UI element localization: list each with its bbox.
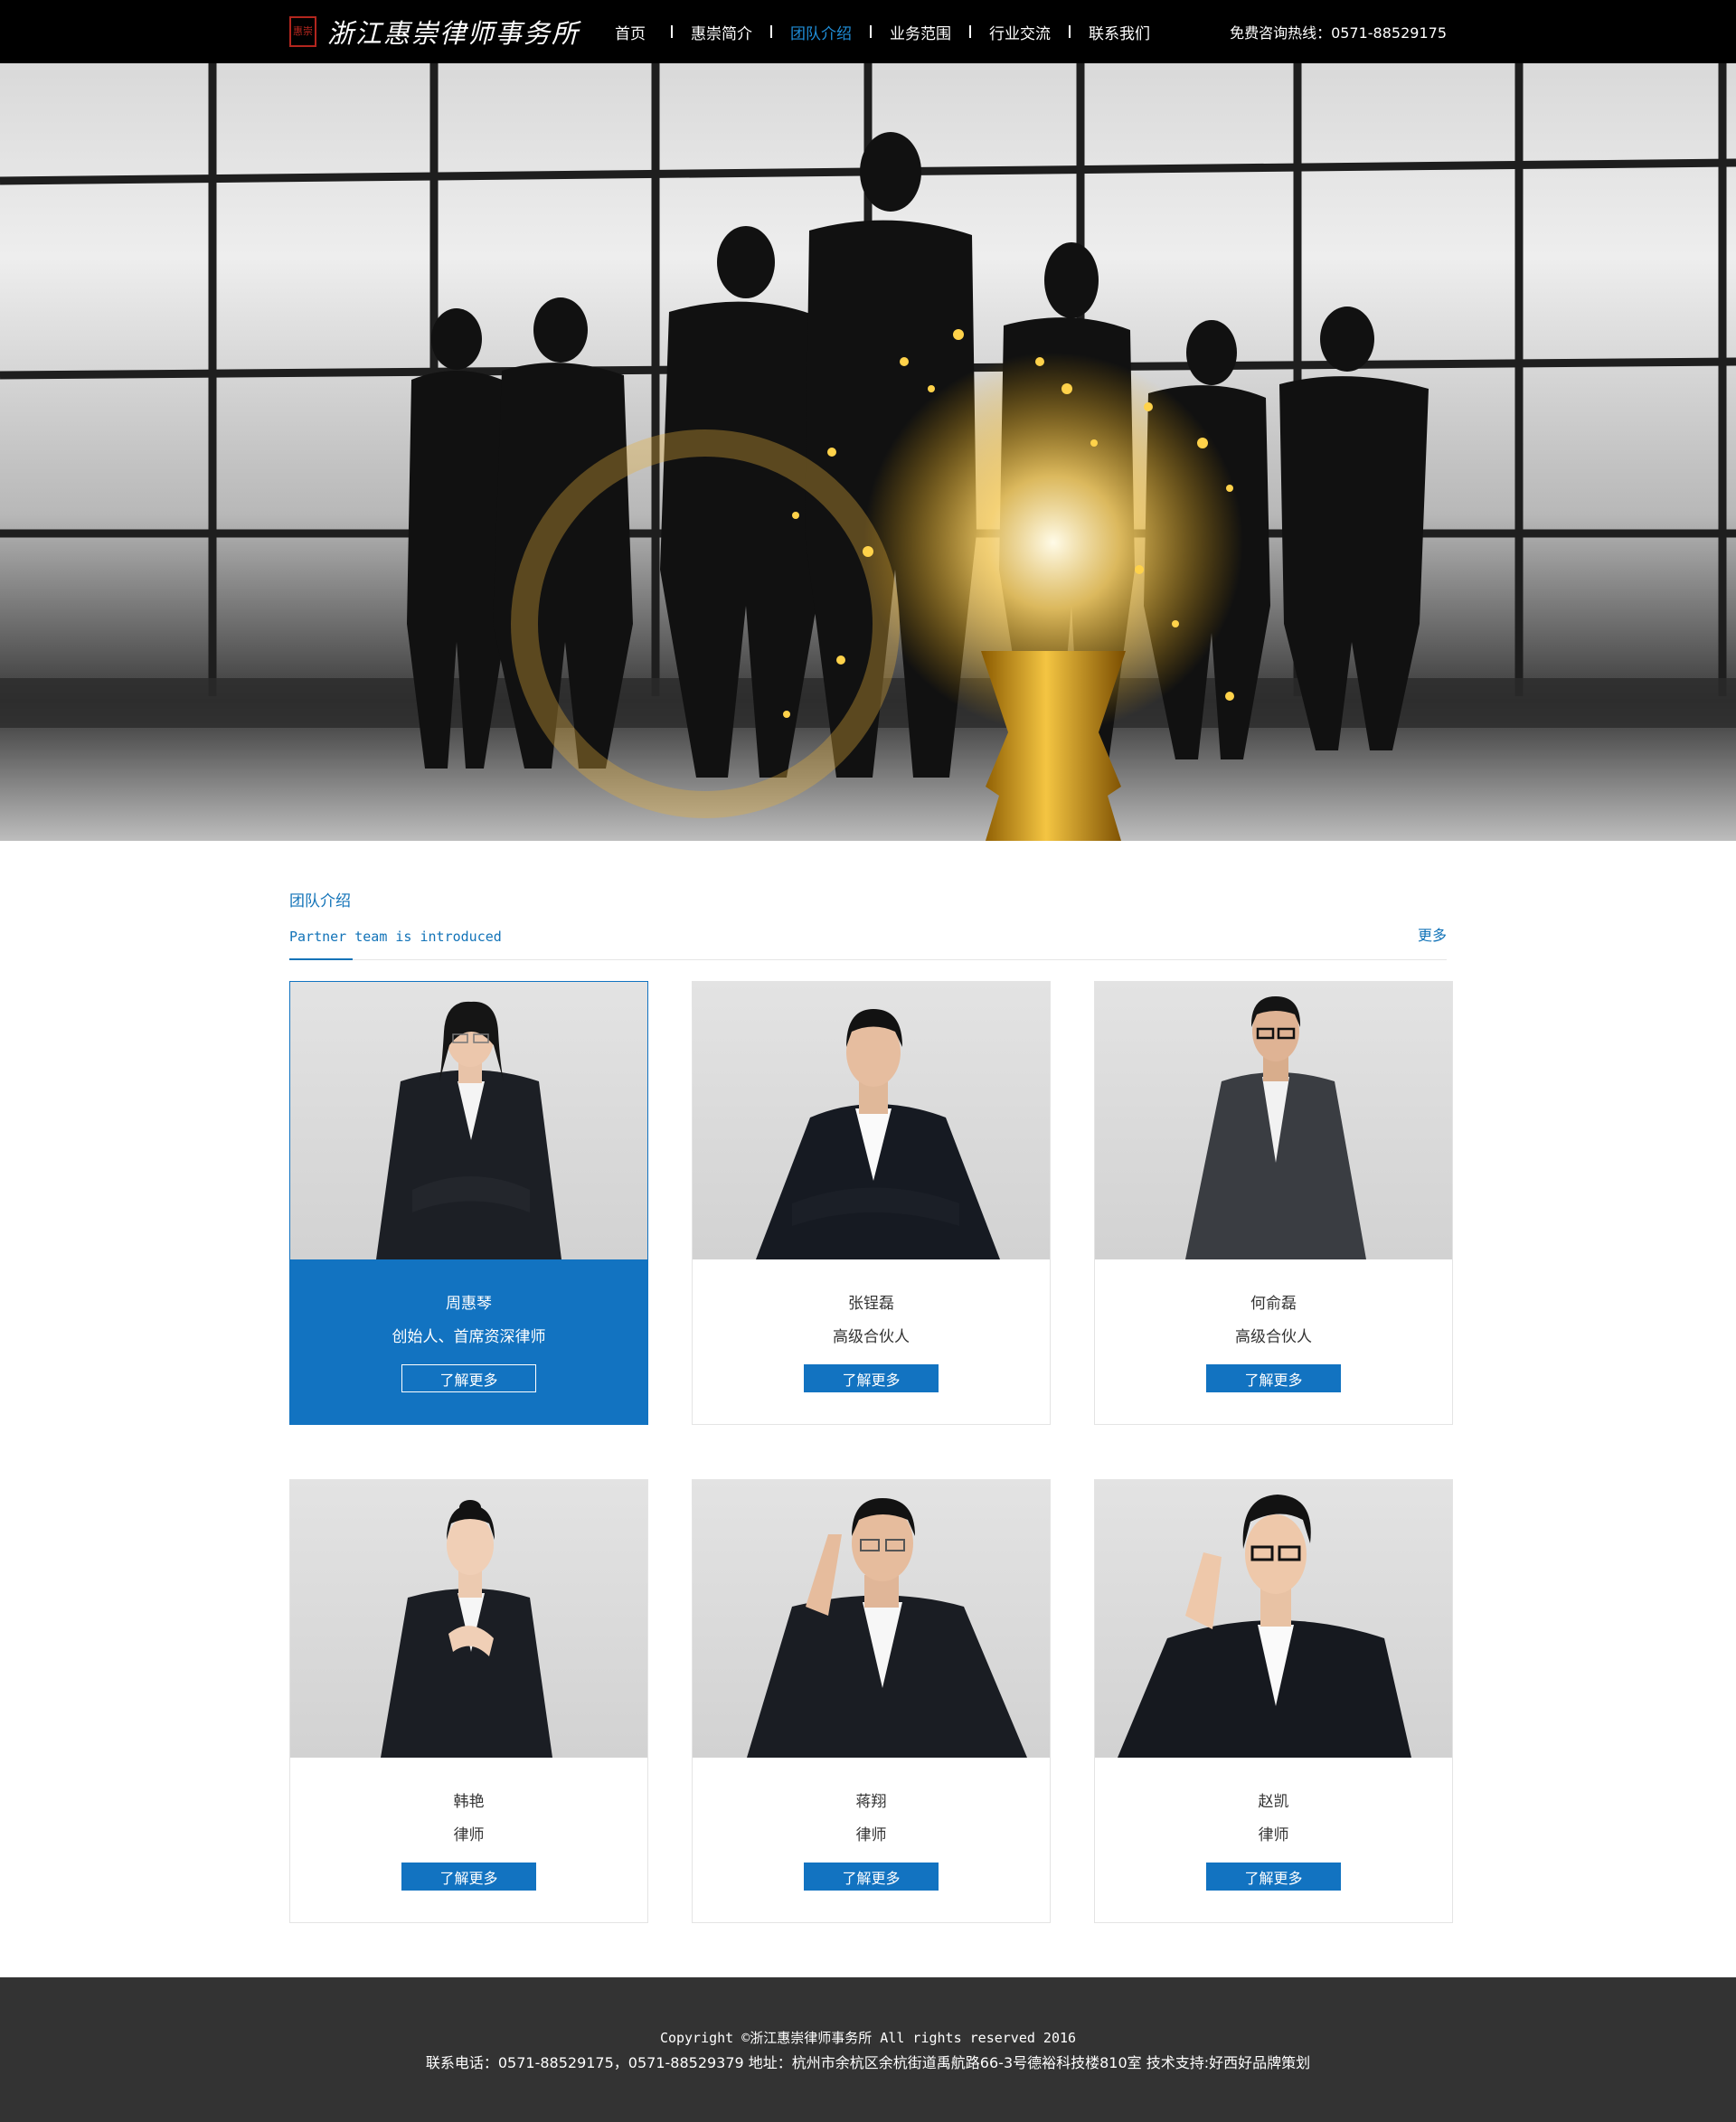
nav-separator xyxy=(969,25,971,38)
logo[interactable]: 惠崇 浙江惠崇律师事务所 xyxy=(289,0,615,63)
chess-king-icon xyxy=(981,651,1126,841)
logo-seal-icon: 惠崇 xyxy=(289,16,316,47)
member-photo xyxy=(1095,1480,1452,1758)
team-card[interactable]: 蒋翔 律师 了解更多 xyxy=(692,1479,1051,1923)
section-divider xyxy=(289,958,1447,960)
footer-copyright: Copyright ©浙江惠崇律师事务所 All rights reserved… xyxy=(659,2029,1077,2046)
member-name: 蒋翔 xyxy=(855,1793,887,1811)
logo-text: 浙江惠崇律师事务所 xyxy=(327,18,580,49)
learn-more-button[interactable]: 了解更多 xyxy=(1206,1364,1341,1392)
footer-contact: 联系电话：0571-88529175，0571-88529379 地址：杭州市余… xyxy=(425,2053,1311,2071)
nav-item-industry[interactable]: 行业交流 xyxy=(989,21,1051,43)
learn-more-button[interactable]: 了解更多 xyxy=(401,1364,536,1392)
nav-separator xyxy=(1069,25,1071,38)
more-link[interactable]: 更多 xyxy=(1418,923,1447,945)
member-name: 赵凯 xyxy=(1258,1793,1289,1811)
member-role: 律师 xyxy=(855,1826,887,1844)
site-footer: Copyright ©浙江惠崇律师事务所 All rights reserved… xyxy=(0,1977,1736,2122)
learn-more-button[interactable]: 了解更多 xyxy=(1206,1863,1341,1891)
member-name: 周惠琴 xyxy=(446,1295,492,1313)
team-section: 团队介绍 Partner team is introduced 更多 周惠琴 创… xyxy=(289,841,1453,1923)
section-title: 团队介绍 xyxy=(289,892,351,910)
learn-more-button[interactable]: 了解更多 xyxy=(804,1863,939,1891)
member-photo xyxy=(693,982,1050,1259)
section-subtitle: Partner team is introduced xyxy=(289,929,502,945)
member-name: 何俞磊 xyxy=(1250,1295,1297,1313)
card-body: 周惠琴 创始人、首席资深律师 了解更多 xyxy=(290,1259,647,1424)
nav-item-team[interactable]: 团队介绍 xyxy=(790,21,852,43)
team-card[interactable]: 何俞磊 高级合伙人 了解更多 xyxy=(1094,981,1453,1425)
member-photo xyxy=(1095,982,1452,1259)
member-photo xyxy=(290,982,647,1259)
member-photo xyxy=(290,1480,647,1758)
member-role: 律师 xyxy=(1258,1826,1289,1844)
card-body: 张锃磊 高级合伙人 了解更多 xyxy=(693,1259,1050,1424)
member-role: 高级合伙人 xyxy=(833,1328,910,1346)
team-grid: 周惠琴 创始人、首席资深律师 了解更多 张锃磊 高级合伙人 了解更多 何俞磊 高… xyxy=(289,981,1453,1923)
hero-banner xyxy=(0,63,1736,841)
hotline: 免费咨询热线：0571-88529175 xyxy=(1230,24,1447,42)
nav-separator xyxy=(870,25,872,38)
member-name: 张锃磊 xyxy=(848,1295,894,1313)
member-role: 创始人、首席资深律师 xyxy=(392,1328,546,1346)
card-body: 韩艳 律师 了解更多 xyxy=(290,1758,647,1922)
nav-item-about[interactable]: 惠崇简介 xyxy=(691,21,752,43)
nav-item-contact[interactable]: 联系我们 xyxy=(1089,21,1150,43)
card-body: 赵凯 律师 了解更多 xyxy=(1095,1758,1452,1922)
header-inner: 惠崇 浙江惠崇律师事务所 首页 惠崇简介 团队介绍 业务范围 行业交流 联系我们… xyxy=(289,0,1447,63)
site-header: 惠崇 浙江惠崇律师事务所 首页 惠崇简介 团队介绍 业务范围 行业交流 联系我们… xyxy=(0,0,1736,63)
section-header-row: Partner team is introduced 更多 xyxy=(289,923,1447,945)
member-role: 律师 xyxy=(453,1826,485,1844)
nav-item-business[interactable]: 业务范围 xyxy=(890,21,951,43)
nav-separator xyxy=(770,25,772,38)
team-card[interactable]: 周惠琴 创始人、首席资深律师 了解更多 xyxy=(289,981,648,1425)
banner-illustration xyxy=(0,63,1736,841)
card-body: 何俞磊 高级合伙人 了解更多 xyxy=(1095,1259,1452,1424)
member-role: 高级合伙人 xyxy=(1235,1328,1312,1346)
team-card[interactable]: 张锃磊 高级合伙人 了解更多 xyxy=(692,981,1051,1425)
nav-separator xyxy=(671,25,673,38)
nav-item-home[interactable]: 首页 xyxy=(615,21,646,43)
team-card[interactable]: 韩艳 律师 了解更多 xyxy=(289,1479,648,1923)
team-card[interactable]: 赵凯 律师 了解更多 xyxy=(1094,1479,1453,1923)
member-name: 韩艳 xyxy=(453,1793,485,1811)
main-nav: 首页 惠崇简介 团队介绍 业务范围 行业交流 联系我们 xyxy=(615,0,1150,63)
card-body: 蒋翔 律师 了解更多 xyxy=(693,1758,1050,1922)
member-photo xyxy=(693,1480,1050,1758)
learn-more-button[interactable]: 了解更多 xyxy=(804,1364,939,1392)
learn-more-button[interactable]: 了解更多 xyxy=(401,1863,536,1891)
